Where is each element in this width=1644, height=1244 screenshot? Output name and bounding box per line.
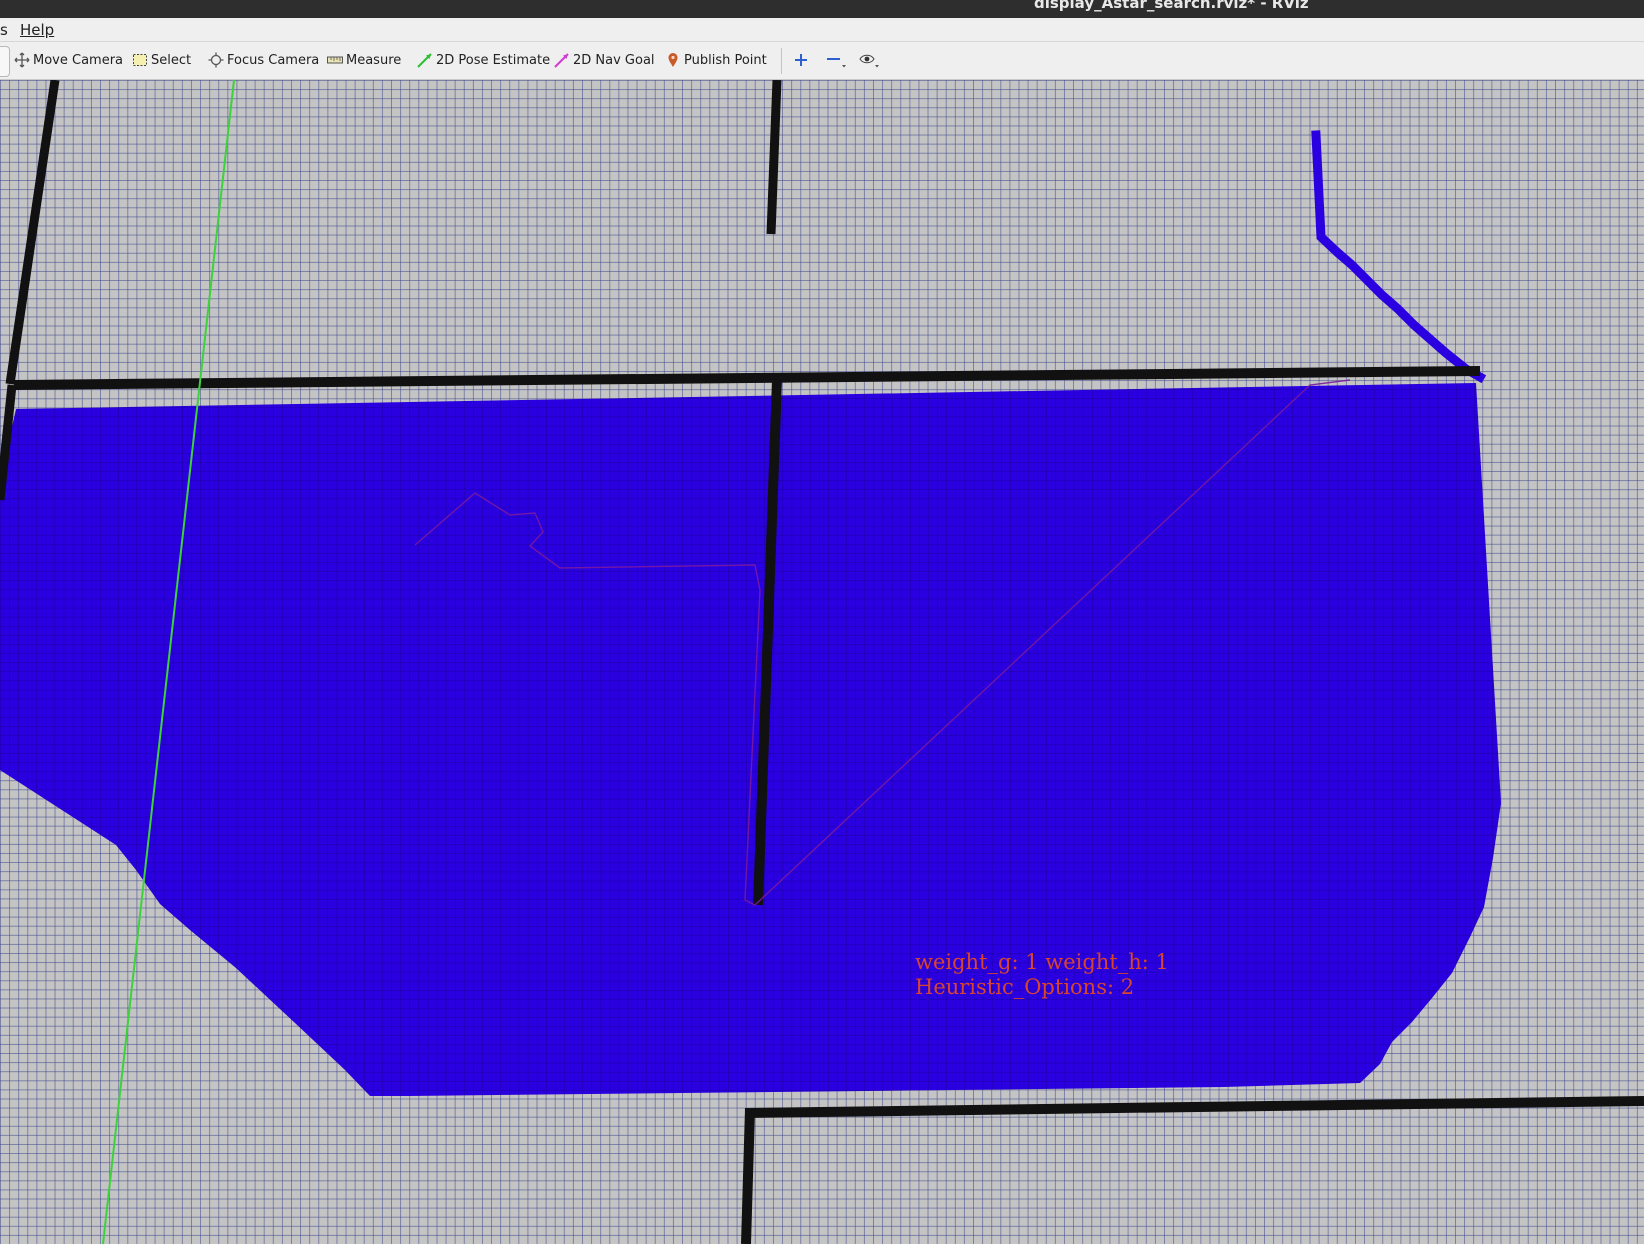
zoom-out-button[interactable] — [826, 49, 851, 71]
select-icon — [133, 54, 147, 66]
select-button[interactable]: Select — [132, 49, 191, 71]
move-camera-button[interactable]: Move Camera — [14, 49, 123, 71]
obstacle-wall-bottom-horizontal — [744, 1096, 1644, 1118]
nav-goal-button[interactable]: 2D Nav Goal — [554, 49, 655, 71]
minus-icon — [827, 58, 846, 68]
pose-estimate-button[interactable]: 2D Pose Estimate — [417, 49, 550, 71]
nav-goal-arrow-icon — [554, 53, 569, 68]
focus-camera-icon — [208, 52, 224, 68]
select-label: Select — [151, 52, 192, 68]
3d-viewport[interactable]: weight_g: 1 weight_h: 1 Heuristic_Option… — [0, 80, 1644, 1244]
overlay-heuristic: Heuristic_Options: 2 — [915, 975, 1135, 999]
obstacle-wall-bottom-vertical — [741, 1108, 755, 1244]
eye-icon — [859, 54, 879, 68]
pose-estimate-arrow-icon — [417, 53, 432, 68]
obstacle-wall-top-center — [766, 80, 782, 235]
measure-icon — [327, 56, 343, 64]
toolbar-handle[interactable] — [0, 46, 10, 77]
publish-point-label: Publish Point — [684, 52, 767, 68]
explored-region-cells — [0, 383, 1501, 1096]
focus-camera-button[interactable]: Focus Camera — [208, 49, 319, 71]
plus-icon — [795, 54, 807, 66]
publish-point-button[interactable]: Publish Point — [665, 49, 767, 71]
overlay-text: weight_g: 1 weight_h: 1 Heuristic_Option… — [915, 950, 1169, 1000]
focus-camera-label: Focus Camera — [227, 52, 320, 68]
explored-trail — [1311, 130, 1487, 384]
move-camera-icon — [14, 52, 30, 68]
window-titlebar: display_Astar_search.rviz* - RViz — [0, 0, 1644, 18]
move-camera-label: Move Camera — [33, 52, 124, 68]
view-options-button[interactable] — [859, 49, 884, 71]
measure-button[interactable]: Measure — [327, 49, 401, 71]
nav-goal-label: 2D Nav Goal — [573, 52, 655, 68]
menu-item-help[interactable]: Help — [20, 21, 54, 39]
map-scene — [0, 80, 1644, 1244]
obstacle-wall-top-left — [5, 80, 60, 385]
measure-label: Measure — [346, 52, 402, 68]
window-title: display_Astar_search.rviz* - RViz — [1034, 0, 1309, 12]
menu-bar: s Help — [0, 18, 1644, 42]
overlay-weights: weight_g: 1 weight_h: 1 — [915, 950, 1169, 974]
zoom-in-button[interactable] — [793, 49, 812, 71]
toolbar-separator — [781, 48, 782, 74]
pose-estimate-label: 2D Pose Estimate — [436, 52, 551, 68]
obstacle-wall-horizontal — [13, 366, 1481, 390]
map-pin-icon — [668, 53, 678, 67]
tools-toolbar: Move Camera Select Focus Camera Measure … — [0, 42, 1644, 80]
menu-item-partial[interactable]: s — [0, 21, 8, 39]
